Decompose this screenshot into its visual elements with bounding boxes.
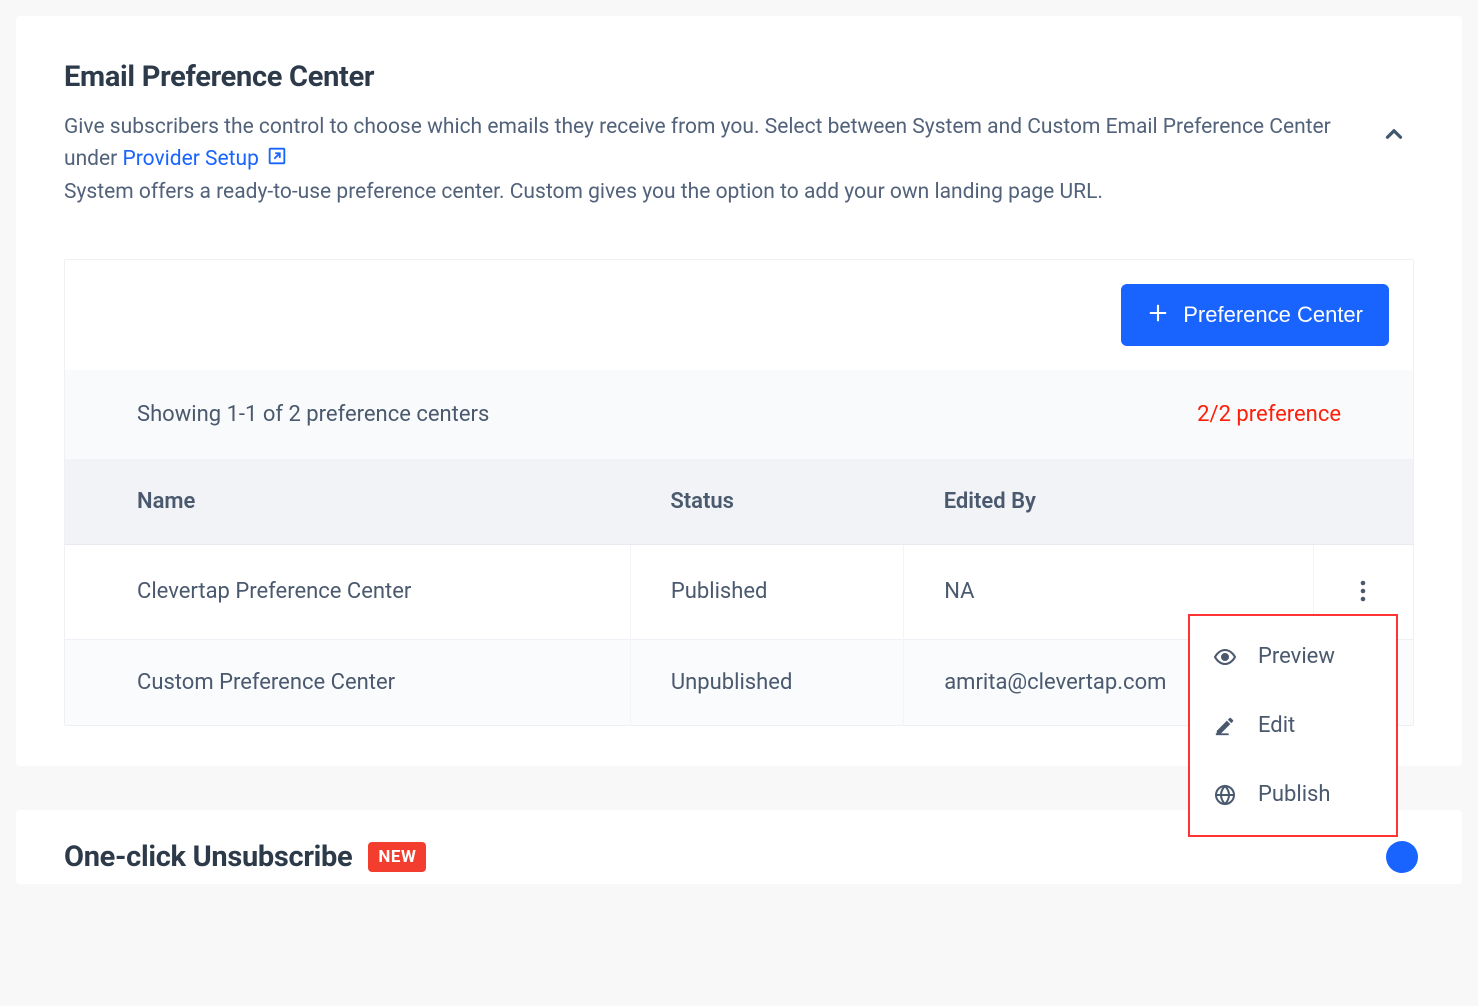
email-preference-center-panel: Email Preference Center Give subscribers… — [16, 16, 1462, 766]
provider-setup-link-label: Provider Setup — [122, 147, 258, 171]
cell-status: Published — [630, 544, 903, 639]
globe-icon — [1212, 783, 1238, 807]
menu-item-label: Edit — [1258, 713, 1295, 738]
row-context-menu: Preview Edit Publish — [1188, 614, 1398, 837]
showing-count-text: Showing 1-1 of 2 preference centers — [137, 402, 489, 427]
one-click-toggle[interactable] — [1356, 842, 1414, 872]
section-title: Email Preference Center — [64, 60, 1334, 94]
col-header-actions — [1313, 459, 1413, 545]
col-header-status: Status — [630, 459, 903, 545]
col-header-edited-by: Edited By — [904, 459, 1313, 545]
menu-item-edit[interactable]: Edit — [1212, 713, 1374, 738]
collapse-toggle[interactable] — [1374, 116, 1414, 156]
col-header-name: Name — [65, 459, 630, 545]
table-header-row: Name Status Edited By — [65, 459, 1413, 545]
cell-name: Custom Preference Center — [65, 639, 630, 725]
panel-title-wrap: One-click Unsubscribe NEW — [64, 840, 426, 874]
external-link-icon — [266, 145, 288, 178]
preference-usage-count: 2/2 preference — [1197, 402, 1341, 427]
cell-status: Unpublished — [630, 639, 903, 725]
section-description: Give subscribers the control to choose w… — [64, 112, 1334, 209]
panel-header-text: Email Preference Center Give subscribers… — [64, 60, 1374, 209]
chevron-up-icon — [1381, 121, 1407, 151]
pencil-icon — [1212, 715, 1238, 737]
menu-item-publish[interactable]: Publish — [1212, 782, 1374, 807]
new-badge: NEW — [368, 842, 426, 872]
row-actions-menu-button[interactable] — [1347, 575, 1379, 607]
provider-setup-link[interactable]: Provider Setup — [122, 147, 288, 171]
section-title: One-click Unsubscribe — [64, 840, 352, 874]
menu-item-preview[interactable]: Preview — [1212, 644, 1374, 669]
description-part-2: System offers a ready-to-use preference … — [64, 180, 1103, 204]
add-button-label: Preference Center — [1183, 302, 1363, 328]
eye-icon — [1212, 645, 1238, 669]
menu-item-label: Publish — [1258, 782, 1331, 807]
kebab-icon — [1360, 579, 1366, 603]
panel-header: Email Preference Center Give subscribers… — [64, 60, 1414, 209]
add-preference-center-button[interactable]: Preference Center — [1121, 284, 1389, 346]
menu-item-label: Preview — [1258, 644, 1335, 669]
plus-icon — [1147, 302, 1169, 328]
table-toolbar: Preference Center — [65, 260, 1413, 370]
toggle-knob — [1386, 841, 1418, 873]
table-meta-row: Showing 1-1 of 2 preference centers 2/2 … — [65, 370, 1413, 459]
cell-name: Clevertap Preference Center — [65, 544, 630, 639]
